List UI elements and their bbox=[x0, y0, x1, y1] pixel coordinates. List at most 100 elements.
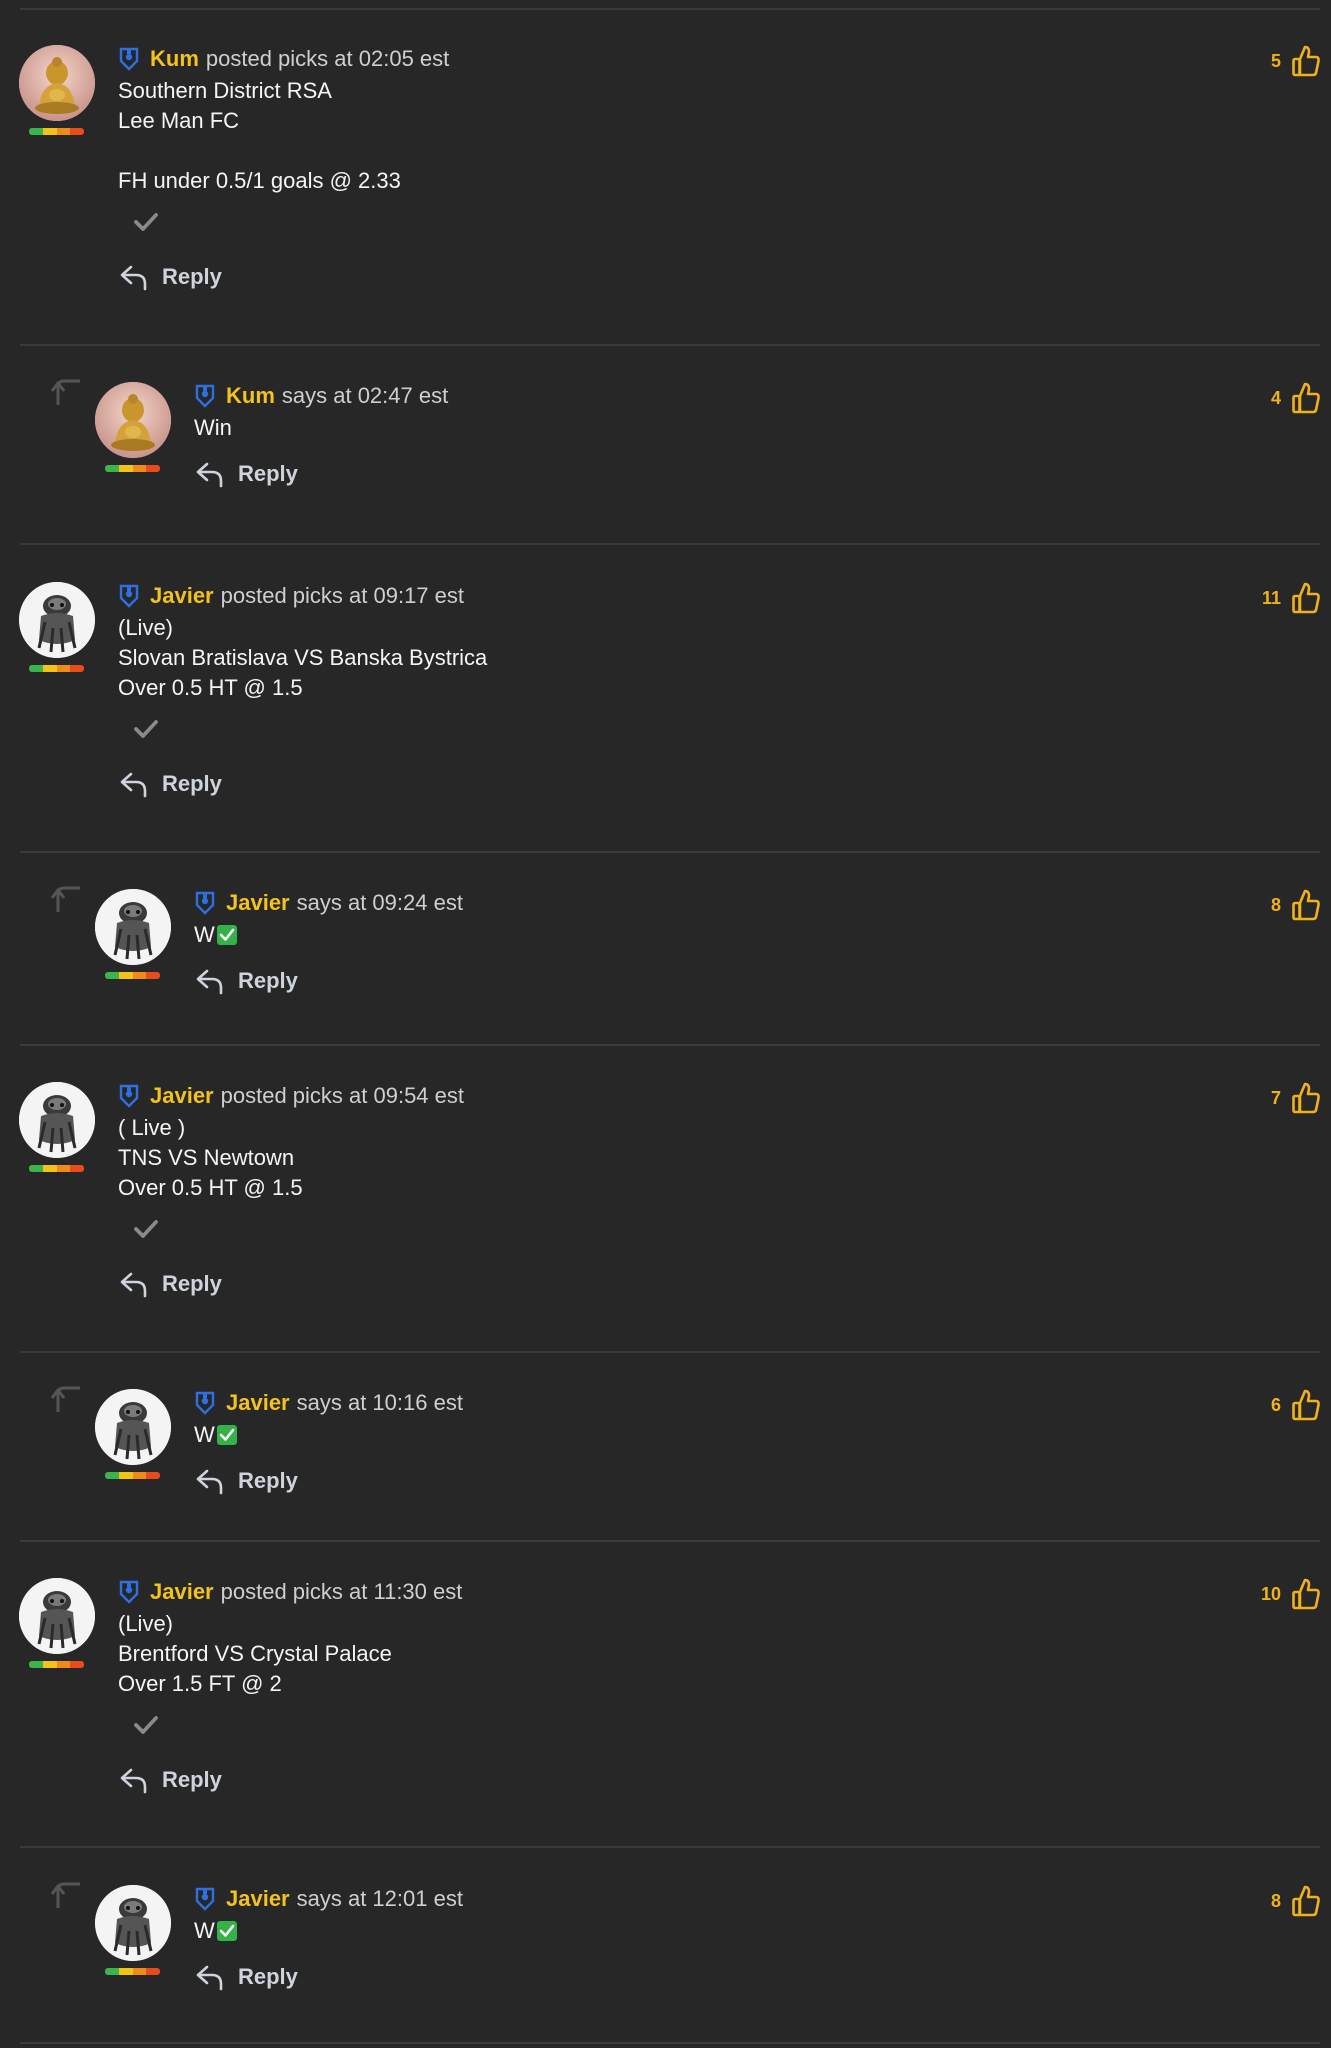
medal-badge-icon bbox=[194, 1887, 216, 1911]
post-body: Win bbox=[194, 413, 232, 443]
post-header: Javier says at 09:24 est bbox=[194, 888, 463, 918]
author-name[interactable]: Javier bbox=[226, 1390, 290, 1416]
like-button[interactable]: 6 bbox=[1271, 1387, 1321, 1423]
avatar[interactable] bbox=[19, 45, 95, 121]
reply-label: Reply bbox=[162, 1767, 222, 1792]
post-body: W bbox=[194, 920, 237, 950]
reply-button[interactable]: Reply bbox=[194, 1464, 298, 1498]
author-name[interactable]: Kum bbox=[150, 46, 199, 72]
reply-label: Reply bbox=[238, 968, 298, 993]
post-header: Javier posted picks at 09:17 est bbox=[118, 581, 464, 611]
thumbs-up-icon bbox=[1291, 1388, 1321, 1422]
avatar[interactable] bbox=[95, 1885, 171, 1961]
post-line: Over 0.5 HT @ 1.5 bbox=[118, 1173, 303, 1203]
avatar[interactable] bbox=[95, 1389, 171, 1465]
avatar[interactable] bbox=[19, 1578, 95, 1654]
post-line: TNS VS Newtown bbox=[118, 1143, 303, 1173]
post-line-text: Brentford VS Crystal Palace bbox=[118, 1641, 392, 1666]
author-name[interactable]: Javier bbox=[150, 1579, 214, 1605]
post-line: W bbox=[194, 1916, 237, 1946]
post-header: Javier says at 12:01 est bbox=[194, 1884, 463, 1914]
post-header: Javier says at 10:16 est bbox=[194, 1388, 463, 1418]
user-rank-bar bbox=[29, 128, 84, 135]
reply-label: Reply bbox=[162, 1271, 222, 1296]
post-line: (Live) bbox=[118, 1609, 392, 1639]
user-rank-bar bbox=[105, 465, 160, 472]
post-line: Slovan Bratislava VS Banska Bystrica bbox=[118, 643, 487, 673]
like-count: 10 bbox=[1260, 1583, 1281, 1604]
post-line-text: Over 1.5 FT @ 2 bbox=[118, 1671, 282, 1696]
like-button[interactable]: 4 bbox=[1271, 380, 1321, 416]
reply-button[interactable]: Reply bbox=[194, 964, 298, 998]
reply-label: Reply bbox=[162, 771, 222, 796]
reply-arrow-icon bbox=[194, 458, 238, 490]
avatar[interactable] bbox=[19, 1082, 95, 1158]
post-timestamp: says at 10:16 est bbox=[296, 1390, 463, 1415]
reply-button[interactable]: Reply bbox=[118, 1763, 222, 1797]
like-button[interactable]: 8 bbox=[1271, 1883, 1321, 1919]
reply-button[interactable]: Reply bbox=[194, 1960, 298, 1994]
post-separator bbox=[20, 543, 1320, 545]
author-name[interactable]: Javier bbox=[226, 1886, 290, 1912]
post-header: Javier posted picks at 11:30 est bbox=[118, 1577, 462, 1607]
avatar[interactable] bbox=[19, 582, 95, 658]
post-line-text: Win bbox=[194, 415, 232, 440]
like-button[interactable]: 11 bbox=[1262, 580, 1321, 616]
check-mark-emoji-icon bbox=[216, 1425, 237, 1445]
thread-reply-icon bbox=[50, 1878, 84, 1910]
author-name[interactable]: Javier bbox=[150, 583, 214, 609]
avatar[interactable] bbox=[95, 889, 171, 965]
like-button[interactable]: 7 bbox=[1271, 1080, 1321, 1116]
like-count: 4 bbox=[1270, 387, 1281, 408]
reply-arrow-icon bbox=[118, 768, 162, 800]
user-rank-bar bbox=[105, 1472, 160, 1479]
like-count: 5 bbox=[1270, 50, 1281, 71]
post-line-text: Over 0.5 HT @ 1.5 bbox=[118, 1175, 303, 1200]
reply-label: Reply bbox=[238, 461, 298, 486]
post-line-text: TNS VS Newtown bbox=[118, 1145, 295, 1170]
reply-label: Reply bbox=[162, 264, 222, 289]
reply-button[interactable]: Reply bbox=[118, 767, 222, 801]
thread-reply-icon bbox=[50, 1382, 84, 1414]
check-mark-emoji-icon bbox=[216, 925, 237, 945]
reply-label: Reply bbox=[238, 1964, 298, 1989]
like-button[interactable]: 5 bbox=[1271, 43, 1321, 79]
post-line-text: Southern District RSA bbox=[118, 78, 332, 103]
reply-button[interactable]: Reply bbox=[118, 260, 222, 294]
like-count: 11 bbox=[1261, 587, 1281, 608]
thread-reply-icon bbox=[50, 882, 84, 914]
author-name[interactable]: Javier bbox=[226, 890, 290, 916]
thumbs-up-icon bbox=[1291, 44, 1321, 78]
medal-badge-icon bbox=[194, 891, 216, 915]
verified-check-icon bbox=[133, 1714, 159, 1736]
post-line-text: (Live) bbox=[118, 615, 174, 640]
post-separator bbox=[20, 1540, 1320, 1542]
author-name[interactable]: Javier bbox=[150, 1083, 214, 1109]
like-button[interactable]: 10 bbox=[1261, 1576, 1321, 1612]
post-separator bbox=[20, 2042, 1320, 2044]
like-button[interactable]: 8 bbox=[1271, 887, 1321, 923]
user-rank-bar bbox=[105, 972, 160, 979]
post-separator bbox=[20, 851, 1320, 853]
post-separator bbox=[20, 1044, 1320, 1046]
post-separator bbox=[20, 344, 1320, 346]
user-rank-bar bbox=[105, 1968, 160, 1975]
post-line: Southern District RSA bbox=[118, 76, 401, 106]
thumbs-up-icon bbox=[1291, 1577, 1321, 1611]
post-line: (Live) bbox=[118, 613, 487, 643]
post-line-text: Over 0.5 HT @ 1.5 bbox=[118, 675, 303, 700]
post-body: (Live) Brentford VS Crystal Palace Over 1.… bbox=[118, 1609, 392, 1699]
post-timestamp: posted picks at 09:54 est bbox=[220, 1083, 464, 1108]
reply-arrow-icon bbox=[194, 1465, 238, 1497]
reply-label: Reply bbox=[238, 1468, 298, 1493]
post-body: W bbox=[194, 1916, 237, 1946]
user-rank-bar bbox=[29, 1165, 84, 1172]
post-line: Over 0.5 HT @ 1.5 bbox=[118, 673, 487, 703]
reply-button[interactable]: Reply bbox=[194, 457, 298, 491]
medal-badge-icon bbox=[118, 584, 140, 608]
avatar[interactable] bbox=[95, 382, 171, 458]
author-name[interactable]: Kum bbox=[226, 383, 275, 409]
like-count: 6 bbox=[1270, 1394, 1281, 1415]
reply-button[interactable]: Reply bbox=[118, 1267, 222, 1301]
thumbs-up-icon bbox=[1291, 581, 1321, 615]
